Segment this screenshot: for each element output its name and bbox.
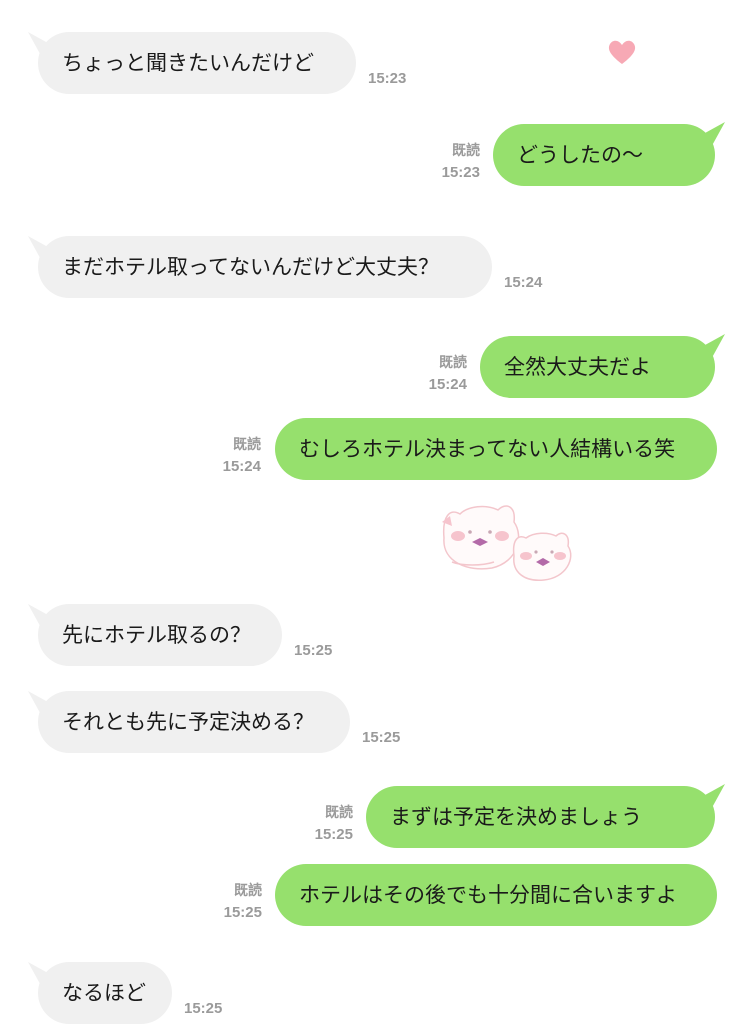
timestamp: 15:25 [223,904,262,921]
heart-icon [606,38,638,70]
incoming-bubble[interactable]: まだホテル取ってないんだけど大丈夫？ [38,236,492,298]
outgoing-bubble[interactable]: むしろホテル決まってない人結構いる笑 [275,418,717,480]
outgoing-bubble[interactable]: 全然大丈夫だよ [480,336,715,398]
timestamp: 15:25 [362,729,401,746]
outgoing-bubble[interactable]: まずは予定を決めましょう [366,786,715,848]
timestamp: 15:24 [504,274,543,291]
read-indicator: 既読 [234,883,262,899]
outgoing-bubble[interactable]: どうしたの〜 [493,124,715,186]
timestamp: 15:23 [441,164,480,181]
timestamp: 15:25 [184,1000,223,1017]
incoming-bubble[interactable]: それとも先に予定決める？ [38,691,350,753]
read-indicator: 既読 [439,355,467,371]
outgoing-bubble[interactable]: ホテルはその後でも十分間に合いますよ [275,864,717,926]
read-indicator: 既読 [452,143,480,159]
timestamp: 15:25 [294,642,333,659]
timestamp: 15:24 [222,458,261,475]
timestamp: 15:23 [368,70,407,87]
incoming-bubble[interactable]: 先にホテル取るの？ [38,604,282,666]
timestamp: 15:25 [314,826,353,843]
cat-faces-sticker [432,496,578,594]
read-indicator: 既読 [233,437,261,453]
timestamp: 15:24 [428,376,467,393]
read-indicator: 既読 [325,805,353,821]
incoming-bubble[interactable]: ちょっと聞きたいんだけど [38,32,356,94]
incoming-bubble[interactable]: なるほど [38,962,172,1024]
